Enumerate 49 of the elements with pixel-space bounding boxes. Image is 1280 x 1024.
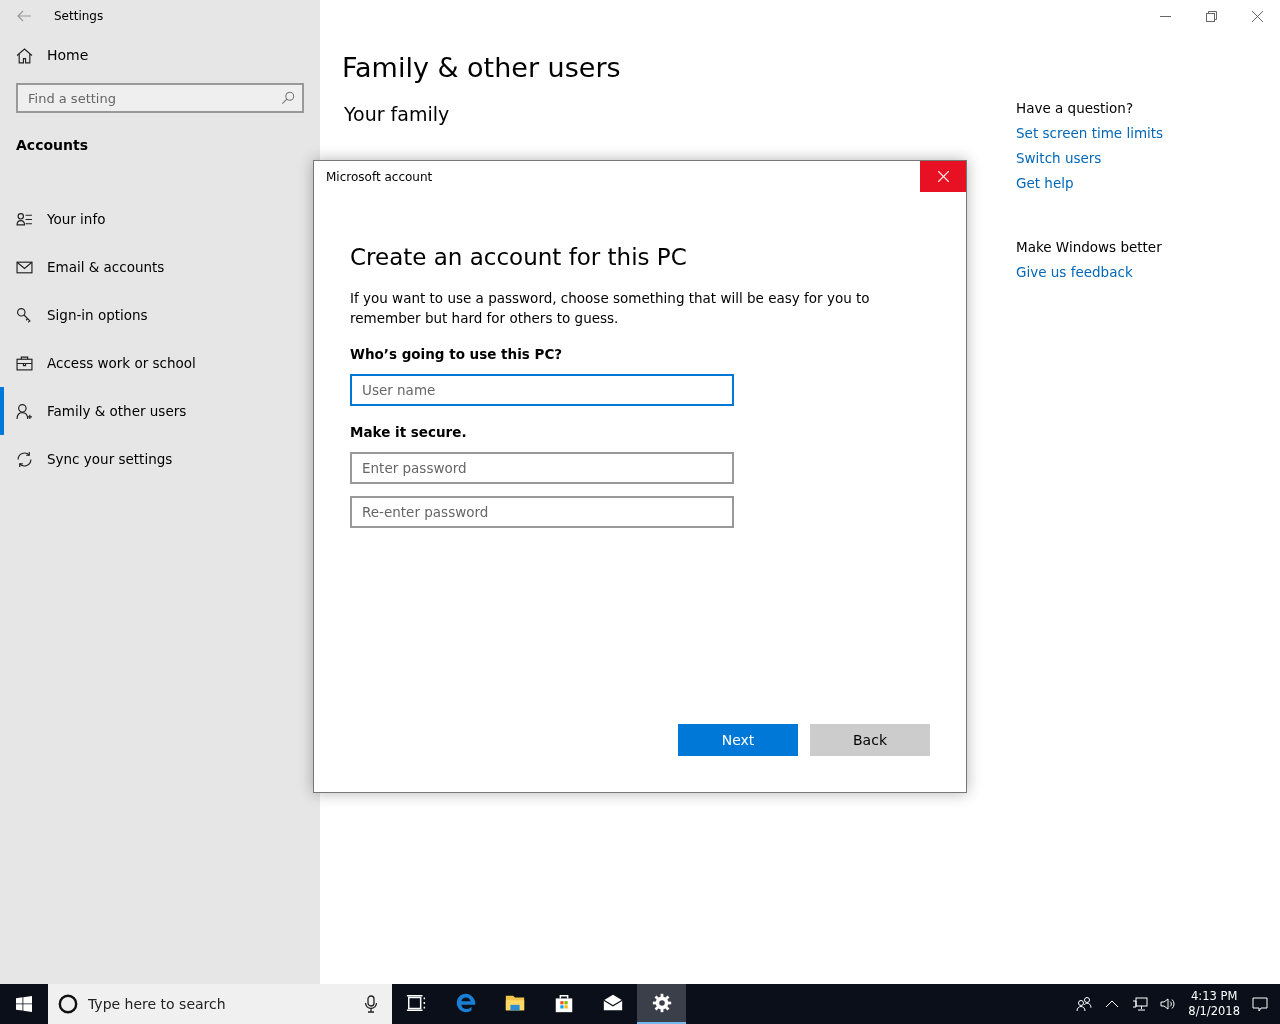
circle-icon bbox=[58, 994, 78, 1014]
restore-icon bbox=[1205, 10, 1217, 22]
help-link[interactable]: Get help bbox=[1016, 175, 1280, 191]
person-add-icon bbox=[16, 402, 33, 420]
dialog-heading: Create an account for this PC bbox=[350, 244, 688, 270]
help-link[interactable]: Switch users bbox=[1016, 150, 1280, 166]
network-icon[interactable] bbox=[1132, 996, 1149, 1012]
sidebar-item[interactable]: Access work or school bbox=[0, 339, 320, 387]
sidebar-item[interactable]: Sync your settings bbox=[0, 435, 320, 483]
next-button[interactable]: Next bbox=[678, 724, 798, 756]
person-list-icon bbox=[16, 210, 33, 228]
help-link[interactable]: Set screen time limits bbox=[1016, 125, 1280, 141]
sidebar-item[interactable]: Sign-in options bbox=[0, 291, 320, 339]
notification-icon[interactable] bbox=[1252, 996, 1268, 1012]
browser-icon[interactable] bbox=[454, 992, 477, 1014]
search-icon bbox=[281, 91, 295, 105]
aside-heading: Make Windows better bbox=[1016, 239, 1163, 255]
back-button[interactable]: Back bbox=[810, 724, 930, 756]
briefcase-icon bbox=[16, 354, 33, 372]
input-field[interactable]: User name bbox=[350, 374, 734, 406]
page-title: Family & other users bbox=[342, 52, 622, 83]
help-link[interactable]: Give us feedback bbox=[1016, 264, 1280, 280]
dialog-description: If you want to use a password, choose something that will be easy for you to remember but hard for others to guess. bbox=[350, 289, 871, 328]
people-icon[interactable] bbox=[1076, 996, 1093, 1012]
house-icon bbox=[16, 46, 33, 64]
sidebar-item[interactable]: Email & accounts bbox=[0, 243, 320, 291]
field-label: Make it secure. bbox=[350, 424, 468, 440]
window-title: Settings bbox=[54, 9, 104, 23]
close-icon bbox=[937, 171, 949, 182]
microphone-icon[interactable] bbox=[364, 995, 378, 1013]
input-field[interactable]: Re-enter password bbox=[350, 496, 734, 528]
sync-icon bbox=[16, 450, 33, 468]
close-icon bbox=[1251, 10, 1263, 22]
clock[interactable]: 4:13 PM 8/1/2018 bbox=[1188, 989, 1240, 1019]
home-nav-item[interactable]: Home bbox=[0, 41, 320, 69]
dialog-title: Microsoft account bbox=[325, 169, 434, 184]
key-icon bbox=[16, 306, 33, 324]
speaker-icon[interactable] bbox=[1160, 996, 1177, 1012]
input-field[interactable]: Enter password bbox=[350, 452, 734, 484]
search-field[interactable]: Find a setting bbox=[16, 83, 304, 113]
aside-heading: Have a question? bbox=[1016, 100, 1135, 116]
taskbar-search-field[interactable]: Type here to search bbox=[48, 984, 392, 1024]
sidebar-item[interactable]: Your info bbox=[0, 195, 320, 243]
section-heading: Your family bbox=[344, 103, 451, 125]
settings-icon[interactable] bbox=[650, 992, 673, 1014]
task-view-icon[interactable] bbox=[405, 992, 428, 1014]
field-label: Who’s going to use this PC? bbox=[350, 346, 564, 362]
start-icon bbox=[16, 996, 32, 1012]
section-heading: Accounts bbox=[15, 137, 89, 155]
